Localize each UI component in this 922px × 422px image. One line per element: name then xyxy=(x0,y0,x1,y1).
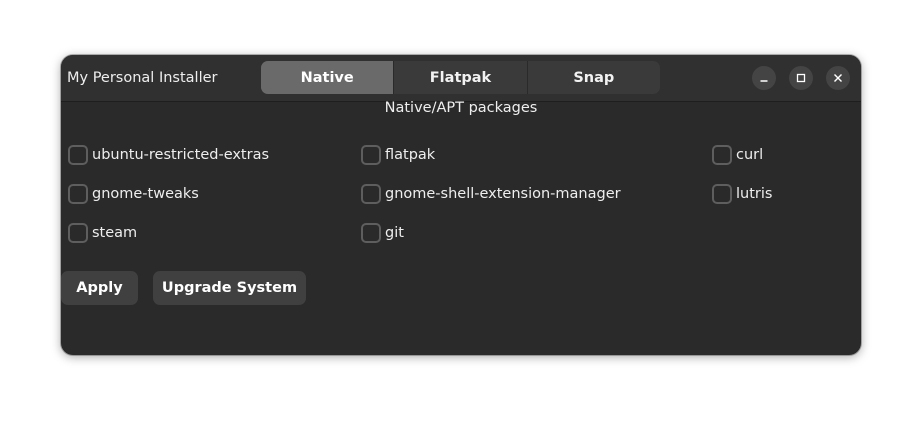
upgrade-system-button[interactable]: Upgrade System xyxy=(153,271,306,305)
checkbox[interactable] xyxy=(68,145,88,165)
package-ubuntu-restricted-extras: ubuntu-restricted-extras xyxy=(68,144,269,166)
package-lutris: lutris xyxy=(712,183,772,205)
package-git: git xyxy=(361,222,404,244)
close-button[interactable] xyxy=(826,66,850,90)
maximize-button[interactable] xyxy=(789,66,813,90)
tab-snap[interactable]: Snap xyxy=(526,61,660,94)
package-label: gnome-tweaks xyxy=(92,186,199,202)
package-label: steam xyxy=(92,225,138,241)
package-steam: steam xyxy=(68,222,137,244)
page-heading: Native/APT packages xyxy=(384,100,538,116)
maximize-icon xyxy=(796,73,806,83)
package-gnome-tweaks: gnome-tweaks xyxy=(68,183,199,205)
header-bar: My Personal Installer Native Flatpak Sna… xyxy=(61,55,861,102)
package-gnome-shell-extension-manager: gnome-shell-extension-manager xyxy=(361,183,621,205)
checkbox[interactable] xyxy=(361,223,381,243)
apply-button[interactable]: Apply xyxy=(61,271,138,305)
package-label: git xyxy=(385,225,404,241)
close-icon xyxy=(834,74,842,82)
package-label: curl xyxy=(736,147,764,163)
checkbox[interactable] xyxy=(68,184,88,204)
package-label: flatpak xyxy=(385,147,436,163)
package-curl: curl xyxy=(712,144,763,166)
package-flatpak: flatpak xyxy=(361,144,435,166)
minimize-button[interactable] xyxy=(752,66,776,90)
package-label: gnome-shell-extension-manager xyxy=(385,186,621,202)
checkbox[interactable] xyxy=(712,184,732,204)
window-title: My Personal Installer xyxy=(67,70,218,86)
view-switcher: Native Flatpak Snap xyxy=(261,61,660,94)
package-label: ubuntu-restricted-extras xyxy=(92,147,270,163)
tab-flatpak[interactable]: Flatpak xyxy=(393,61,526,94)
checkbox[interactable] xyxy=(68,223,88,243)
checkbox[interactable] xyxy=(361,145,381,165)
tab-native[interactable]: Native xyxy=(261,61,394,94)
checkbox[interactable] xyxy=(712,145,732,165)
installer-window: My Personal Installer Native Flatpak Sna… xyxy=(61,55,861,355)
minimize-icon xyxy=(760,80,768,82)
package-label: lutris xyxy=(736,186,773,202)
checkbox[interactable] xyxy=(361,184,381,204)
